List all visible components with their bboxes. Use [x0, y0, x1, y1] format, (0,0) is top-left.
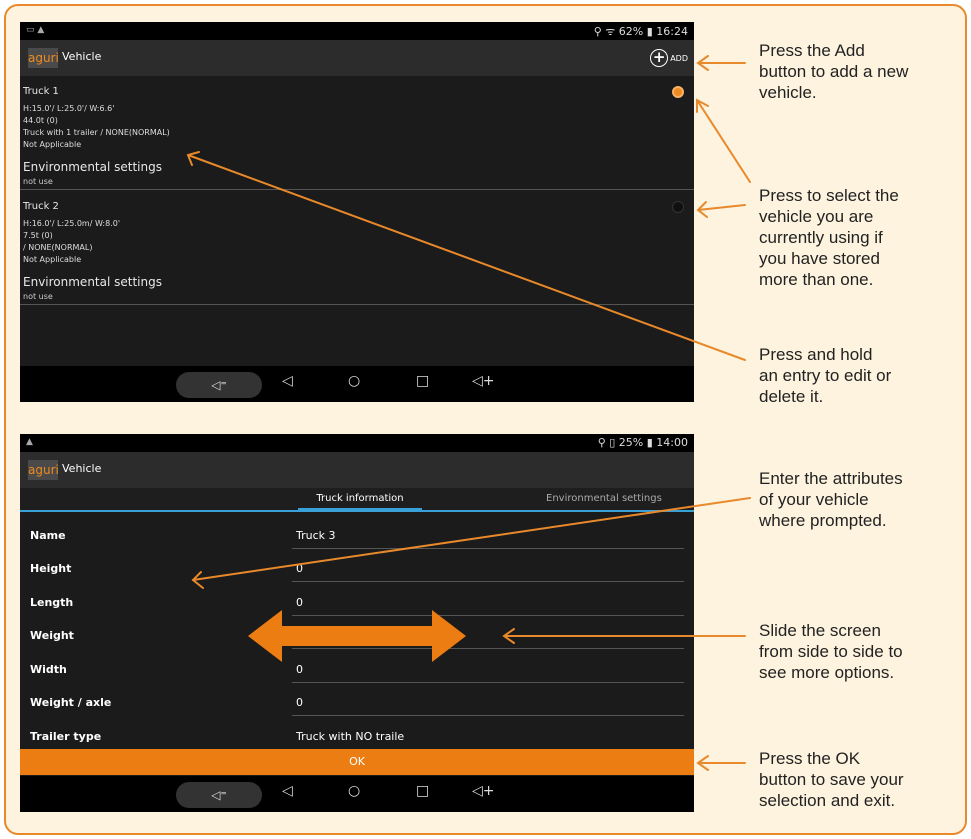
- note-hold: Press and hold an entry to edit or delet…: [759, 344, 891, 407]
- note-line: see more options.: [759, 663, 895, 682]
- arrow-select: [696, 201, 746, 218]
- note-line: Press the Add: [759, 41, 865, 60]
- note-line: Press and hold: [759, 345, 873, 364]
- note-line: an entry to edit or: [759, 366, 892, 385]
- note-line: Enter the attributes: [759, 469, 903, 488]
- note-line: Press to select the: [759, 186, 899, 205]
- annotation-arrows: [186, 55, 751, 771]
- note-line: vehicle you are: [759, 207, 874, 226]
- note-line: from side to side to: [759, 642, 903, 661]
- note-line: where prompted.: [759, 511, 887, 530]
- note-line: of your vehicle: [759, 490, 869, 509]
- note-line: Slide the screen: [759, 621, 881, 640]
- note-line: button to save your: [759, 770, 904, 789]
- arrow-attributes: [191, 497, 751, 589]
- note-line: delete it.: [759, 387, 824, 406]
- note-attributes: Enter the attributes of your vehicle whe…: [759, 468, 903, 531]
- note-line: vehicle.: [759, 83, 817, 102]
- note-slide: Slide the screen from side to side to se…: [759, 620, 903, 683]
- swipe-double-arrow-icon: [248, 610, 466, 662]
- note-line: Press the OK: [759, 749, 861, 768]
- note-line: you have stored: [759, 249, 880, 268]
- note-line: selection and exit.: [759, 791, 896, 810]
- arrow-select-up: [696, 98, 751, 183]
- arrow-slide: [502, 628, 746, 644]
- note-line: button to add a new: [759, 62, 909, 81]
- note-select: Press to select the vehicle you are curr…: [759, 185, 899, 290]
- note-ok: Press the OK button to save your selecti…: [759, 748, 904, 811]
- note-line: currently using if: [759, 228, 883, 247]
- note-line: more than one.: [759, 270, 874, 289]
- arrow-hold: [186, 151, 746, 361]
- arrow-ok: [696, 755, 746, 771]
- arrow-add: [696, 55, 746, 71]
- note-add: Press the Add button to add a new vehicl…: [759, 40, 908, 103]
